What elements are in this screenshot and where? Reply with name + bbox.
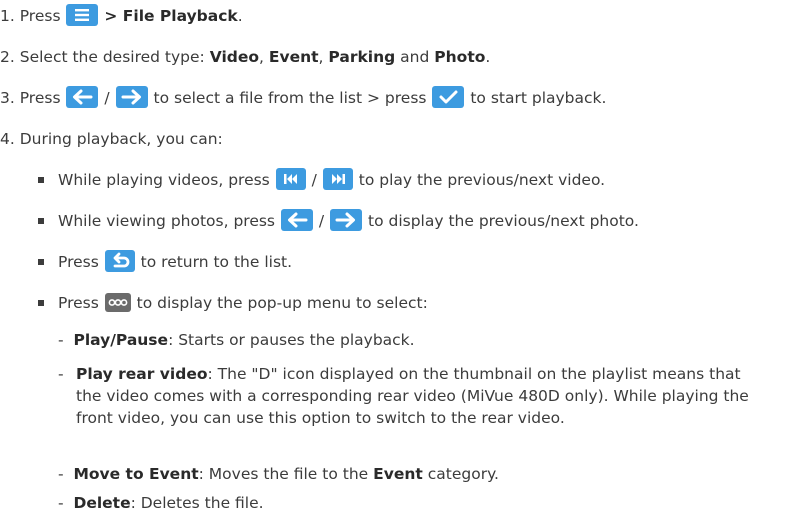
menu-item-play-pause: - Play/Pause: Starts or pauses the playb… [58, 331, 415, 349]
check-icon [432, 85, 465, 108]
type-photo: Photo [434, 48, 486, 66]
menu-item-play-rear-video: Play rear video: The "D" icon displayed … [76, 365, 749, 427]
menu-path: > File Playback [104, 7, 238, 25]
menu-item-delete: - Delete: Deletes the file. [58, 494, 264, 512]
menu-item-move-to-event: - Move to Event: Moves the file to the E… [58, 465, 499, 483]
bullet-marker [38, 218, 44, 224]
dash-marker: - [58, 365, 64, 383]
step-4: 4. During playback, you can: [0, 130, 223, 148]
left-arrow-icon [66, 85, 99, 108]
skip-next-icon [322, 167, 353, 190]
bullet-marker [38, 300, 44, 306]
bullet-marker [38, 177, 44, 183]
type-event: Event [268, 48, 319, 66]
return-icon [104, 249, 135, 272]
step-2: 2. Select the desired type: Video, Event… [0, 48, 491, 66]
type-video: Video [209, 48, 260, 66]
bullet-item: While playing videos, press / to play th… [58, 167, 605, 191]
skip-previous-icon [275, 167, 306, 190]
bullet-item: Press to return to the list. [58, 249, 292, 273]
step-3: 3. Press / to select a file from the lis… [0, 85, 606, 109]
right-arrow-icon [115, 85, 148, 108]
hamburger-menu-icon [66, 3, 99, 26]
type-parking: Parking [328, 48, 396, 66]
step-number: 1. [0, 7, 15, 25]
more-options-icon [104, 293, 131, 312]
right-arrow-icon [330, 208, 363, 231]
left-arrow-icon [280, 208, 313, 231]
bullet-item: Press to display the pop-up menu to sele… [58, 293, 428, 312]
bullet-marker [38, 259, 44, 265]
bullet-item: While viewing photos, press / to display… [58, 208, 639, 232]
step-1: 1. Press > File Playback. [0, 3, 243, 27]
